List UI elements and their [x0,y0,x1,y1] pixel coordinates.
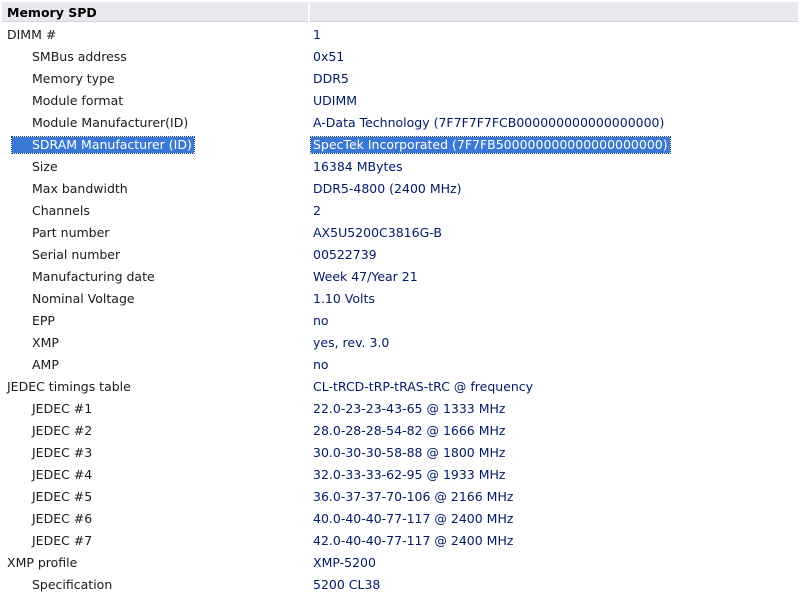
property-row[interactable]: Nominal Voltage 1.10 Volts [0,288,800,310]
property-value: 0x51 [313,49,345,64]
property-label: XMP profile [7,555,78,570]
memory-spd-report: Memory SPD DIMM # 1 SMBus address 0x51 Memor… [0,0,800,600]
property-list: DIMM #1 SMBus address 0x51 Memory type DDR5 M… [0,24,800,596]
property-label: JEDEC #3 [32,445,93,460]
property-value: 32.0-33-33-62-95 @ 1933 MHz [313,467,506,482]
property-row[interactable]: Module Manufacturer(ID) A-Data Technology… [0,112,800,134]
property-label: Nominal Voltage [32,291,135,306]
property-value: 00522739 [313,247,377,262]
property-label: SMBus address [32,49,127,64]
property-label: EPP [32,313,55,328]
property-row[interactable]: Size 16384 MBytes [0,156,800,178]
property-value: 40.0-40-40-77-117 @ 2400 MHz [313,511,514,526]
section-title: Memory SPD [7,5,97,20]
header-value-cell [310,2,798,22]
property-value: 1.10 Volts [313,291,375,306]
property-row[interactable]: XMP profile XMP-5200 [0,552,800,574]
header-label-cell: Memory SPD [2,2,308,22]
property-row[interactable]: JEDEC #1 22.0-23-23-43-65 @ 1333 MHz [0,398,800,420]
property-value: UDIMM [313,93,358,108]
property-label: JEDEC #4 [32,467,93,482]
property-value: 2 [313,203,321,218]
property-row[interactable]: Channels 2 [0,200,800,222]
property-row[interactable]: JEDEC timings table CL-tRCD-tRP-tRAS-tRC … [0,376,800,398]
property-label: Size [32,159,58,174]
property-label: JEDEC #1 [32,401,93,416]
property-row[interactable]: JEDEC #2 28.0-28-28-54-82 @ 1666 MHz [0,420,800,442]
property-label: JEDEC timings table [7,379,131,394]
property-label: Specification [32,577,113,592]
property-label: DIMM # [7,27,57,42]
property-label: Memory type [32,71,115,86]
property-value: no [313,313,329,328]
property-value: 22.0-23-23-43-65 @ 1333 MHz [313,401,506,416]
property-label: Channels [32,203,90,218]
property-label: JEDEC #7 [32,533,93,548]
property-row[interactable]: DIMM # 1 [0,24,800,46]
section-header: Memory SPD [2,2,798,22]
property-value: SpecTek Incorporated (7F7FB5000000000000… [310,136,671,154]
property-row[interactable]: EPP no [0,310,800,332]
property-value: yes, rev. 3.0 [313,335,390,350]
property-value: Week 47/Year 21 [313,269,418,284]
property-row[interactable]: SDRAM Manufacturer (ID) SpecTek Incorpora… [0,134,800,156]
property-value: 28.0-28-28-54-82 @ 1666 MHz [313,423,506,438]
property-label: Max bandwidth [32,181,128,196]
property-value: 1 [313,27,321,42]
property-value: 42.0-40-40-77-117 @ 2400 MHz [313,533,514,548]
property-label: JEDEC #2 [32,423,93,438]
property-label: Serial number [32,247,121,262]
property-value: DDR5-4800 (2400 MHz) [313,181,462,196]
property-row[interactable]: Serial number 00522739 [0,244,800,266]
property-row[interactable]: AMP no [0,354,800,376]
property-label: Module format [32,93,124,108]
property-value: XMP-5200 [313,555,376,570]
property-label: AMP [32,357,59,372]
property-row[interactable]: Part number AX5U5200C3816G-B [0,222,800,244]
property-label: JEDEC #6 [32,511,93,526]
property-value: 5200 CL38 [313,577,381,592]
property-row[interactable]: Specification 5200 CL38 [0,574,800,596]
property-row[interactable]: JEDEC #5 36.0-37-37-70-106 @ 2166 MHz [0,486,800,508]
property-row[interactable]: Manufacturing date Week 47/Year 21 [0,266,800,288]
property-value: no [313,357,329,372]
property-value: 30.0-30-30-58-88 @ 1800 MHz [313,445,506,460]
property-row[interactable]: XMP yes, rev. 3.0 [0,332,800,354]
property-value: 36.0-37-37-70-106 @ 2166 MHz [313,489,514,504]
property-label: Module Manufacturer(ID) [32,115,189,130]
property-label: SDRAM Manufacturer (ID) [11,136,195,154]
property-value: DDR5 [313,71,349,86]
property-value: CL-tRCD-tRP-tRAS-tRC @ frequency [313,379,534,394]
property-row[interactable]: Module format UDIMM [0,90,800,112]
property-value: AX5U5200C3816G-B [313,225,442,240]
property-label: XMP [32,335,59,350]
property-label: Part number [32,225,110,240]
property-label: JEDEC #5 [32,489,93,504]
property-row[interactable]: JEDEC #4 32.0-33-33-62-95 @ 1933 MHz [0,464,800,486]
property-row[interactable]: Memory type DDR5 [0,68,800,90]
property-label: Manufacturing date [32,269,155,284]
property-row[interactable]: JEDEC #3 30.0-30-30-58-88 @ 1800 MHz [0,442,800,464]
property-value: 16384 MBytes [313,159,403,174]
property-row[interactable]: JEDEC #6 40.0-40-40-77-117 @ 2400 MHz [0,508,800,530]
property-row[interactable]: Max bandwidth DDR5-4800 (2400 MHz) [0,178,800,200]
property-row[interactable]: JEDEC #7 42.0-40-40-77-117 @ 2400 MHz [0,530,800,552]
property-value: A-Data Technology (7F7F7F7FCB00000000000… [313,115,665,130]
property-row[interactable]: SMBus address 0x51 [0,46,800,68]
